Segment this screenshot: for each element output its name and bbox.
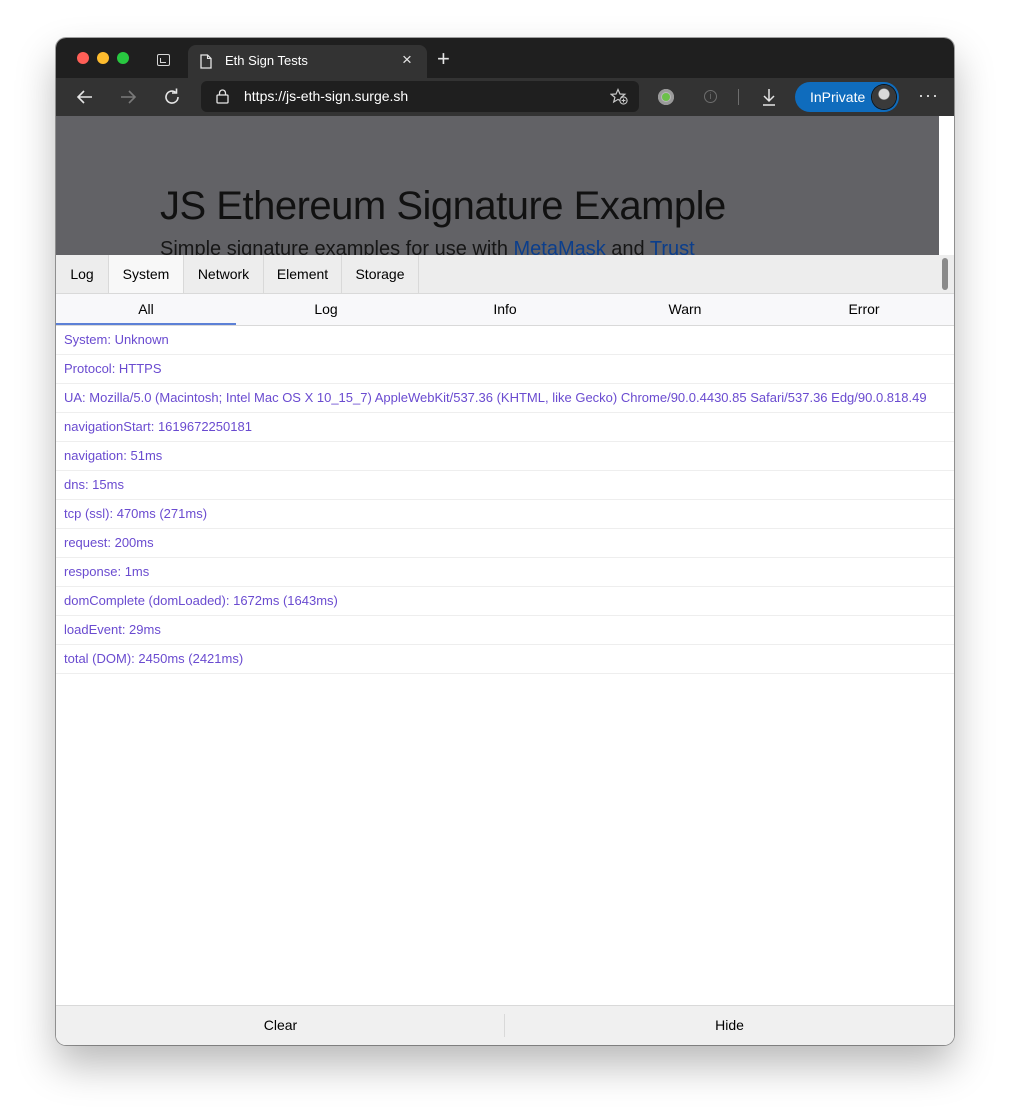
log-row: domComplete (domLoaded): 1672ms (1643ms) xyxy=(56,587,954,616)
url-scheme: https:// xyxy=(244,88,287,104)
subtab-info[interactable]: Info xyxy=(415,294,595,325)
tab-eth-sign-tests[interactable]: Eth Sign Tests × xyxy=(188,45,427,78)
clear-button[interactable]: Clear xyxy=(56,1006,505,1045)
page-title: JS Ethereum Signature Example xyxy=(160,184,726,228)
log-row: navigation: 51ms xyxy=(56,442,954,471)
avatar xyxy=(872,85,896,109)
console-footer: Clear Hide xyxy=(56,1005,954,1045)
browser-window: Eth Sign Tests × + https://js-eth-sign.s… xyxy=(56,38,954,1045)
panel-scrollbar[interactable] xyxy=(942,258,948,290)
metamask-link[interactable]: MetaMask xyxy=(514,238,606,255)
page-content: JS Ethereum Signature Example Simple sig… xyxy=(56,116,954,255)
url-text[interactable]: https://js-eth-sign.surge.sh xyxy=(244,88,408,104)
log-row: UA: Mozilla/5.0 (Macintosh; Intel Mac OS… xyxy=(56,384,954,413)
subtab-all[interactable]: All xyxy=(56,294,236,325)
refresh-icon[interactable] xyxy=(162,87,182,107)
tab-close-icon[interactable]: × xyxy=(402,51,412,68)
more-options-icon[interactable]: ··· xyxy=(918,86,939,104)
toolbar-separator xyxy=(738,89,739,105)
tab-element[interactable]: Element xyxy=(264,255,342,293)
tab-network[interactable]: Network xyxy=(184,255,264,293)
subtab-error[interactable]: Error xyxy=(774,294,954,325)
tab-actions-icon[interactable] xyxy=(157,54,170,66)
inprivate-button[interactable]: InPrivate xyxy=(795,82,899,112)
tab-system[interactable]: System xyxy=(109,255,184,293)
back-icon[interactable] xyxy=(75,87,95,107)
trust-link[interactable]: Trust xyxy=(650,238,695,255)
subtitle-and: and xyxy=(605,238,650,255)
forward-icon[interactable] xyxy=(118,87,138,107)
info-icon[interactable]: i xyxy=(704,90,717,103)
page-subtitle: Simple signature examples for use with M… xyxy=(160,238,695,255)
hide-button[interactable]: Hide xyxy=(505,1006,954,1045)
system-log-list: System: Unknown Protocol: HTTPS UA: Mozi… xyxy=(56,326,954,674)
log-row: navigationStart: 1619672250181 xyxy=(56,413,954,442)
subtab-log[interactable]: Log xyxy=(236,294,416,325)
console-tabs: Log System Network Element Storage xyxy=(56,255,954,294)
tab-title: Eth Sign Tests xyxy=(225,53,308,68)
minimize-window-button[interactable] xyxy=(97,52,109,64)
extension-icon[interactable] xyxy=(658,89,674,105)
tab-strip: Eth Sign Tests × + xyxy=(56,38,954,78)
log-row: tcp (ssl): 470ms (271ms) xyxy=(56,500,954,529)
url-host: js-eth-sign.surge.sh xyxy=(286,88,409,104)
log-row: Protocol: HTTPS xyxy=(56,355,954,384)
log-row: System: Unknown xyxy=(56,326,954,355)
new-tab-button[interactable]: + xyxy=(437,48,450,70)
tab-log[interactable]: Log xyxy=(56,255,109,293)
console-subtabs: All Log Info Warn Error xyxy=(56,294,954,326)
log-row: loadEvent: 29ms xyxy=(56,616,954,645)
console-panel: Log System Network Element Storage All L… xyxy=(56,255,954,1045)
inprivate-label: InPrivate xyxy=(810,89,866,105)
page-scrollbar[interactable] xyxy=(939,116,954,255)
lock-icon[interactable] xyxy=(216,89,229,109)
tab-storage[interactable]: Storage xyxy=(342,255,419,293)
subtitle-text: Simple signature examples for use with xyxy=(160,238,514,255)
toolbar: https://js-eth-sign.surge.sh i InPrivate… xyxy=(56,78,954,116)
subtab-warn[interactable]: Warn xyxy=(595,294,775,325)
close-window-button[interactable] xyxy=(77,52,89,64)
log-row: request: 200ms xyxy=(56,529,954,558)
add-favorite-icon[interactable] xyxy=(609,88,628,110)
zoom-window-button[interactable] xyxy=(117,52,129,64)
address-bar[interactable]: https://js-eth-sign.surge.sh xyxy=(201,81,639,112)
download-icon[interactable] xyxy=(761,87,777,112)
log-row: total (DOM): 2450ms (2421ms) xyxy=(56,645,954,674)
log-row: response: 1ms xyxy=(56,558,954,587)
log-row: dns: 15ms xyxy=(56,471,954,500)
page-icon xyxy=(200,54,212,74)
